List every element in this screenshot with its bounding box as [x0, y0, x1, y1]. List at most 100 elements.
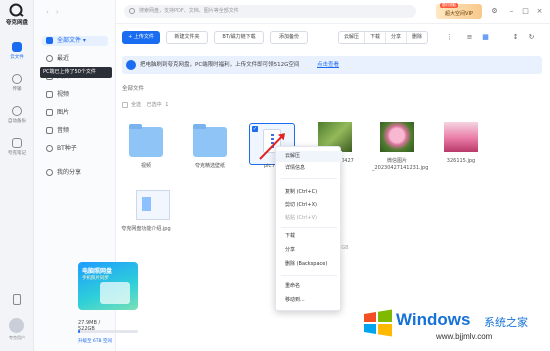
close-icon[interactable]: × — [536, 8, 543, 15]
file-tile[interactable]: 326115.jpg — [436, 122, 486, 184]
breadcrumb[interactable]: 全部文件 — [122, 84, 144, 92]
sort-icon[interactable]: ↕ — [512, 34, 519, 41]
menu-item-move[interactable]: 移动到... — [276, 295, 342, 306]
tree-item-label: 音频 — [57, 127, 70, 134]
tree-item-label: 图片 — [57, 109, 70, 116]
menu-item-download[interactable]: 下载 — [276, 231, 342, 242]
tree-item-label: 全部文件 — [57, 37, 82, 44]
folder-icon — [193, 124, 227, 157]
image-icon — [46, 109, 53, 116]
file-name: 夸克网盘功能介绍.jpg — [121, 226, 171, 232]
history-nav: ‹ › — [46, 8, 64, 16]
search-placeholder: 搜索网盘，支持PDF、文档、图片等全部文件 — [139, 8, 239, 14]
rail-item-label: 夸克笔记 — [8, 151, 26, 156]
menu-item-details[interactable]: 详情信息 — [276, 163, 342, 174]
transfer-icon — [12, 74, 22, 84]
folder-icon — [129, 124, 163, 157]
tree-item-bt[interactable]: BT种子 — [46, 144, 77, 154]
banner-link[interactable]: 点击查看 — [317, 56, 339, 74]
tree-item-recent[interactable]: 最近 — [46, 54, 69, 64]
list-view-icon[interactable]: ≡ — [466, 34, 473, 41]
upgrade-link[interactable]: 升级至 6TB 空间 — [78, 338, 112, 344]
select-all-checkbox[interactable] — [122, 101, 128, 108]
new-folder-button[interactable]: 新建文件夹 — [166, 31, 208, 44]
gear-icon[interactable]: ⚙ — [491, 8, 498, 15]
tree-item-videos[interactable]: 视频 — [46, 90, 69, 100]
menu-divider — [281, 227, 337, 228]
file-tile[interactable]: 夸克精选壁纸 — [185, 124, 235, 189]
forward-icon[interactable]: › — [56, 8, 64, 16]
maximize-icon[interactable]: □ — [522, 8, 529, 15]
cloud-files-icon — [12, 42, 22, 52]
promo-title: 电脑照网盘 — [82, 268, 113, 275]
tree-item-my-shares[interactable]: 我的分享 — [46, 168, 81, 178]
tree-item-audio[interactable]: 音频 — [46, 126, 69, 136]
storage-bar-fill — [78, 330, 81, 333]
top-bar: 搜索网盘，支持PDF、文档、图片等全部文件 限时领取 超大空间VIP ⚙ – □… — [116, 0, 550, 24]
menu-item-copy[interactable]: 复制 (Ctrl+C) — [276, 187, 342, 198]
tree-item-label: 最近 — [57, 55, 70, 62]
tree-item-label: 视频 — [57, 91, 70, 98]
upload-button[interactable]: + 上传文件 — [122, 31, 160, 44]
grid-view-icon[interactable]: ▦ — [482, 34, 489, 41]
image-thumbnail — [136, 190, 170, 220]
avatar[interactable] — [9, 318, 24, 333]
more-icon[interactable]: ⋮ — [446, 34, 453, 41]
share-button[interactable]: 分享 — [386, 32, 408, 43]
rail-item-transfer[interactable]: 传输 — [0, 74, 34, 92]
delete-button[interactable]: 删除 — [407, 32, 427, 43]
video-icon — [46, 91, 53, 98]
cloud-extract-button[interactable]: 云解压 — [339, 32, 366, 43]
menu-item-share[interactable]: 分享 — [276, 245, 342, 256]
vip-button[interactable]: 限时领取 超大空间VIP — [436, 3, 482, 19]
menu-item-cut[interactable]: 剪切 (Ctrl+X) — [276, 200, 342, 211]
rail-item-cloud-files[interactable]: 云文件 — [0, 42, 34, 60]
windows-logo-icon — [364, 309, 392, 337]
tree-item-label: 我的分享 — [57, 169, 82, 176]
file-name: 夸克精选壁纸 — [194, 163, 225, 169]
clock-icon — [46, 55, 53, 62]
app-name: 夸克网盘 — [5, 20, 28, 26]
back-icon[interactable]: ‹ — [46, 8, 54, 16]
folder-icon — [46, 37, 53, 44]
image-thumbnail — [380, 122, 414, 152]
bt-download-button[interactable]: BT/磁力链下载 — [214, 31, 264, 44]
menu-item-delete[interactable]: 删除 (Backspace) — [276, 259, 342, 270]
rail-item-label: 传输 — [12, 87, 22, 92]
search-input[interactable]: 搜索网盘，支持PDF、文档、图片等全部文件 — [124, 5, 416, 18]
promo-illustration — [100, 282, 130, 304]
tree-item-all-files[interactable]: 全部文件 ▾ — [42, 36, 108, 46]
download-button[interactable]: 下载 — [365, 32, 387, 43]
selected-count: 1 — [165, 102, 169, 108]
add-backup-button[interactable]: 添加备份 — [270, 31, 308, 44]
refresh-icon[interactable]: ↻ — [528, 34, 535, 41]
menu-divider — [281, 275, 337, 276]
rail-item-auto-backup[interactable]: 自动备份 — [0, 106, 34, 124]
promo-card[interactable]: 电脑照网盘 手机照片同步 — [78, 262, 138, 310]
file-tile[interactable]: 微信图片_20230427141231.jpg — [372, 122, 429, 184]
menu-item-rename[interactable]: 重命名 — [276, 281, 342, 292]
file-tile[interactable]: 视频 — [121, 124, 171, 189]
rail-item-notes[interactable]: 夸克笔记 — [0, 138, 34, 156]
toolbar: + 上传文件 新建文件夹 BT/磁力链下载 添加备份 云解压 下载 分享 删除 … — [116, 30, 550, 46]
vip-label: 超大空间VIP — [445, 11, 473, 17]
file-name: 326115.jpg — [446, 158, 476, 164]
upload-tooltip: PC端已上传了50个文件 — [40, 67, 112, 78]
tree-item-images[interactable]: 图片 — [46, 108, 69, 118]
cloud-icon — [126, 60, 136, 70]
watermark-url: www.bjjmlv.com — [436, 332, 493, 341]
notes-icon — [12, 138, 22, 148]
checkbox-checked-icon[interactable]: ✓ — [252, 126, 258, 132]
bt-icon — [46, 145, 53, 152]
context-menu: 云解压 详情信息 复制 (Ctrl+C) 剪切 (Ctrl+X) 粘贴 (Ctr… — [275, 146, 342, 311]
minimize-icon[interactable]: – — [508, 8, 515, 15]
audio-icon — [46, 127, 53, 134]
watermark-title: Windows — [396, 310, 471, 329]
banner-text: 把电脑刷到夸克网盘，PC端限时福利，上传文件即可领512G空间 — [140, 62, 300, 68]
file-name: 微信图片_20230427141231.jpg — [372, 158, 429, 171]
file-tile[interactable]: 夸克网盘功能介绍.jpg — [114, 190, 178, 252]
menu-item-cloud-extract[interactable]: 云解压 — [276, 151, 342, 162]
file-actions-group: 云解压 下载 分享 删除 — [338, 31, 429, 44]
menu-divider — [281, 178, 337, 179]
phone-icon[interactable] — [13, 294, 21, 305]
